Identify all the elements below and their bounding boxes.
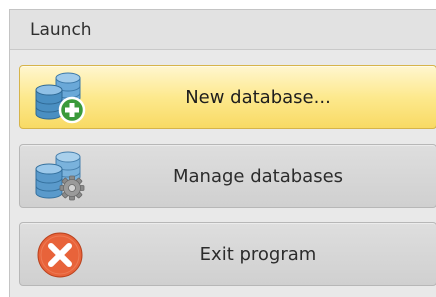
exit-program-button[interactable]: Exit program	[19, 222, 436, 286]
new-database-button[interactable]: New database...	[19, 65, 436, 129]
new-database-label: New database...	[185, 86, 331, 108]
panel-title: Launch	[30, 20, 92, 40]
panel-header: Launch	[10, 10, 436, 50]
launch-panel: Launch New database... Manage databases …	[9, 9, 436, 297]
exit-program-label: Exit program	[199, 243, 317, 265]
database-add-icon	[35, 72, 86, 124]
exit-icon	[37, 232, 83, 278]
manage-databases-button[interactable]: Manage databases	[19, 144, 436, 208]
database-settings-icon	[35, 151, 85, 201]
manage-databases-label: Manage databases	[172, 165, 344, 187]
